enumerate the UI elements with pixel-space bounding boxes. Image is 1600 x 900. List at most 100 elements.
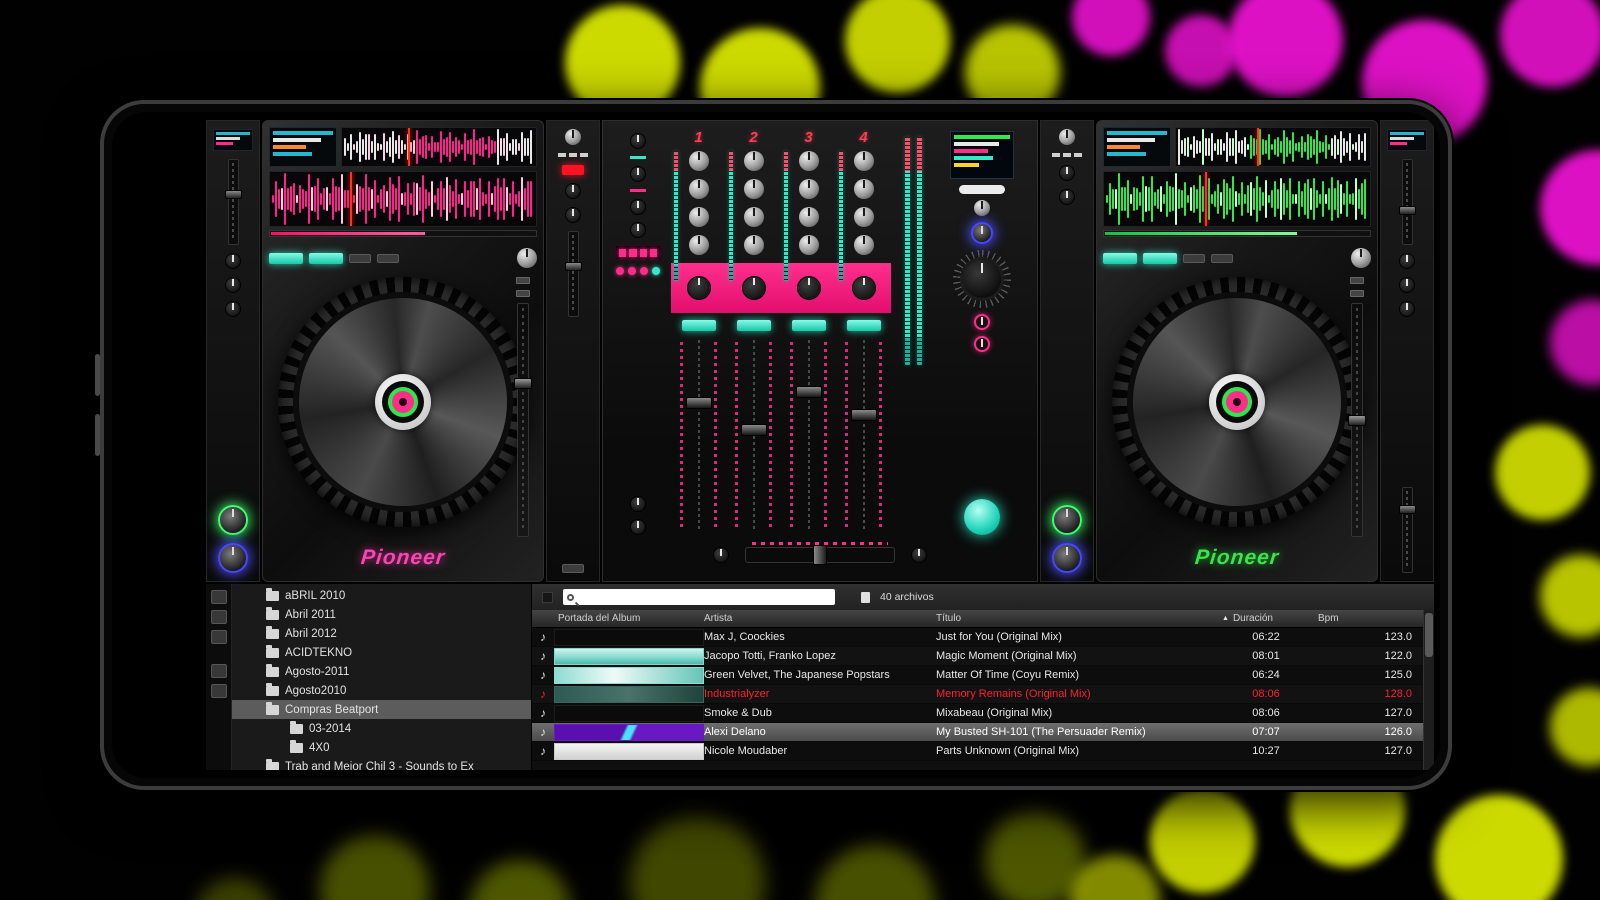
jog-wheel[interactable] [278, 277, 528, 527]
filter-knob-green[interactable] [1052, 505, 1082, 535]
fx-knob[interactable] [1399, 253, 1415, 269]
depth-knob[interactable] [565, 207, 581, 223]
track-row-playing[interactable]: ♪ Industrialyzer Memory Remains (Origina… [532, 685, 1434, 704]
folder-item[interactable]: 4X0 [232, 738, 531, 757]
search-box[interactable] [563, 589, 835, 605]
play-button[interactable] [1143, 253, 1177, 264]
xfader-assign-knob[interactable] [911, 547, 927, 563]
column-art[interactable]: Portada del Álbum [554, 613, 704, 624]
track-row-selected[interactable]: ♪ Alexi Delano My Busted SH-101 (The Per… [532, 723, 1434, 742]
pitch-fader[interactable] [517, 303, 529, 537]
column-duration[interactable]: ▲ Duración [1222, 613, 1310, 624]
gain-knob-blue[interactable] [1052, 543, 1082, 573]
filter-knob[interactable] [687, 276, 711, 300]
trim-knob[interactable] [744, 151, 764, 171]
folder-item[interactable]: Abril 2012 [232, 624, 531, 643]
crossfader[interactable] [745, 547, 895, 563]
cue-button[interactable] [792, 320, 826, 331]
eq-mid-knob[interactable] [854, 207, 874, 227]
pitch-fader[interactable] [1351, 303, 1363, 537]
history-view-icon[interactable] [211, 664, 227, 678]
folder-item[interactable]: ACIDTEKNO [232, 643, 531, 662]
filter-knob-green[interactable] [218, 505, 248, 535]
folder-item[interactable]: Abril 2011 [232, 605, 531, 624]
gain-knob-blue[interactable] [218, 543, 248, 573]
fx-knob[interactable] [225, 277, 241, 293]
track-row[interactable]: ♪ Nicole Moudaber Parts Unknown (Origina… [532, 742, 1434, 761]
fx-knob[interactable] [1399, 277, 1415, 293]
sampler-knob[interactable] [971, 222, 993, 244]
search-input[interactable] [578, 592, 831, 603]
column-title[interactable]: Título [936, 613, 1222, 624]
fx3-knob[interactable] [630, 199, 646, 215]
trim-knob[interactable] [854, 151, 874, 171]
eq-mid-knob[interactable] [799, 207, 819, 227]
fx4-knob[interactable] [630, 222, 646, 238]
column-bpm[interactable]: Bpm [1310, 613, 1422, 624]
trim-knob[interactable] [689, 151, 709, 171]
play-button[interactable] [309, 253, 343, 264]
master-tempo-button[interactable] [1350, 290, 1364, 297]
loop-in-button[interactable] [1183, 254, 1205, 263]
trim-knob[interactable] [799, 151, 819, 171]
folder-item[interactable]: 03-2014 [232, 719, 531, 738]
eq-hi-knob[interactable] [744, 179, 764, 199]
browse-knob[interactable] [1351, 248, 1371, 268]
tempo-range-button[interactable] [516, 277, 530, 284]
filter-knob[interactable] [742, 276, 766, 300]
loop-out-button[interactable] [377, 254, 399, 263]
master-cue-button[interactable] [964, 499, 1000, 535]
channel-fader[interactable] [686, 340, 712, 531]
fx-slider[interactable] [1402, 159, 1413, 245]
eq-mid-knob[interactable] [689, 207, 709, 227]
balance-knob[interactable] [974, 314, 990, 330]
channel-fader[interactable] [796, 340, 822, 531]
scrollbar-thumb[interactable] [1425, 613, 1433, 657]
folder-item[interactable]: Agosto2010 [232, 681, 531, 700]
track-row[interactable]: ♪ Max J, Coockies Just for You (Original… [532, 628, 1434, 647]
browse-knob[interactable] [517, 248, 537, 268]
trim-knob[interactable] [565, 129, 581, 145]
folder-item[interactable]: aBRIL 2010 [232, 586, 531, 605]
trim-knob[interactable] [1059, 129, 1075, 145]
cue-button[interactable] [682, 320, 716, 331]
fx-on-led[interactable] [562, 165, 584, 175]
channel-trim-slider[interactable] [568, 231, 579, 317]
eq-mid-knob[interactable] [744, 207, 764, 227]
beat-fx-knob[interactable] [565, 183, 581, 199]
headphone-mix-knob[interactable] [630, 496, 646, 512]
cue-button[interactable] [1103, 253, 1137, 264]
eq-hi-knob[interactable] [854, 179, 874, 199]
eq-hi-knob[interactable] [799, 179, 819, 199]
eq-low-knob[interactable] [799, 235, 819, 255]
headphone-level-knob[interactable] [630, 519, 646, 535]
eq-low-knob[interactable] [854, 235, 874, 255]
fx-knob[interactable] [225, 253, 241, 269]
folder-item-selected[interactable]: Compras Beatport [232, 700, 531, 719]
library-view-icon[interactable] [211, 590, 227, 604]
loop-out-button[interactable] [1211, 254, 1233, 263]
filter-knob[interactable] [852, 276, 876, 300]
channel-fader[interactable] [851, 340, 877, 531]
master-level-dial[interactable] [953, 250, 1011, 308]
loop-in-button[interactable] [349, 254, 371, 263]
fx-slider[interactable] [228, 159, 239, 245]
eq-low-knob[interactable] [689, 235, 709, 255]
eq-low-knob[interactable] [744, 235, 764, 255]
panel-handle-icon[interactable] [542, 592, 553, 603]
beat-fx-knob[interactable] [1059, 165, 1075, 181]
shift-button[interactable] [562, 564, 584, 573]
fx1-knob[interactable] [630, 133, 646, 149]
folder-item[interactable]: Agosto-2011 [232, 662, 531, 681]
cue-button[interactable] [269, 253, 303, 264]
booth-knob[interactable] [974, 200, 990, 216]
mic-level-knob[interactable] [974, 336, 990, 352]
channel-fader[interactable] [741, 340, 767, 531]
jog-wheel[interactable] [1112, 277, 1362, 527]
xfader-curve-knob[interactable] [713, 547, 729, 563]
cue-button[interactable] [737, 320, 771, 331]
eq-hi-knob[interactable] [689, 179, 709, 199]
filter-knob[interactable] [797, 276, 821, 300]
depth-knob[interactable] [1059, 189, 1075, 205]
master-tempo-button[interactable] [516, 290, 530, 297]
